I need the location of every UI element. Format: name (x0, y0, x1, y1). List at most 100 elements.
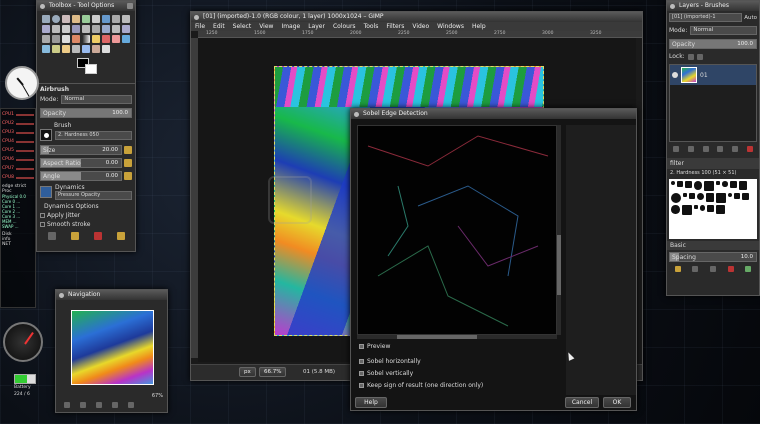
auto-button[interactable]: Auto (744, 15, 757, 21)
heal-tool-icon[interactable] (62, 45, 70, 53)
airbrush-tool-icon[interactable] (122, 35, 130, 43)
sobel-option-row[interactable]: Sobel horizontally (359, 355, 483, 367)
menu-item-colours[interactable]: Colours (333, 22, 356, 31)
dynamics-preview[interactable] (40, 186, 52, 198)
restore-options-icon[interactable] (70, 232, 79, 240)
zoom-fit-icon[interactable] (96, 402, 102, 408)
menu-item-view[interactable]: View (259, 22, 273, 31)
refresh-brushes-icon[interactable] (745, 266, 752, 272)
menu-item-filters[interactable]: Filters (386, 22, 404, 31)
eye-icon[interactable] (672, 72, 678, 78)
new-layer-icon[interactable] (673, 146, 680, 152)
color-picker-tool-icon[interactable] (122, 15, 130, 23)
brush-swatch[interactable] (671, 181, 675, 185)
brush-swatch[interactable] (677, 181, 683, 187)
align-tool-icon[interactable] (72, 25, 80, 33)
flip-tool-icon[interactable] (42, 35, 50, 43)
opacity-slider[interactable]: Opacity 100.0 (40, 108, 132, 118)
menu-item-image[interactable]: Image (281, 22, 300, 31)
navigation-titlebar[interactable]: Navigation (56, 290, 167, 300)
sobel-option-row[interactable]: Keep sign of result (one direction only) (359, 379, 483, 391)
brush-name[interactable]: 2. Hardness 050 (55, 130, 132, 140)
brush-swatch[interactable] (705, 193, 714, 202)
menu-item-file[interactable]: File (195, 22, 205, 31)
lower-layer-icon[interactable] (702, 146, 709, 152)
brush-swatch[interactable] (722, 181, 728, 187)
reset-options-icon[interactable] (116, 232, 125, 240)
option-checkbox[interactable] (359, 358, 364, 364)
raise-layer-icon[interactable] (687, 146, 694, 152)
ellipse-select-tool-icon[interactable] (52, 15, 60, 23)
preview-vscrollbar[interactable] (557, 125, 561, 335)
window-menu-icon[interactable] (670, 4, 675, 9)
brush-swatch[interactable] (734, 193, 740, 199)
new-brush-icon[interactable] (692, 266, 699, 272)
lock-pixels-icon[interactable] (687, 53, 694, 60)
reset-icon[interactable] (124, 146, 132, 154)
layer-row[interactable]: 01 (670, 65, 756, 85)
zoom-out-icon[interactable] (64, 402, 70, 408)
brush-swatch[interactable] (716, 193, 726, 203)
menu-item-edit[interactable]: Edit (213, 22, 225, 31)
zoom-select[interactable]: 66.7% (259, 367, 287, 377)
brush-grid[interactable] (669, 179, 757, 239)
brush-swatch[interactable] (693, 181, 702, 190)
gradient-tool-icon[interactable] (82, 35, 90, 43)
toolbox-titlebar[interactable]: Toolbox - Tool Options (37, 1, 135, 11)
apply-jitter-checkbox[interactable] (40, 213, 45, 218)
free-select-tool-icon[interactable] (62, 15, 70, 23)
layer-name[interactable]: 01 (700, 72, 708, 79)
paintbrush-tool-icon[interactable] (102, 35, 110, 43)
scale-tool-icon[interactable] (102, 25, 110, 33)
brush-swatch[interactable] (683, 193, 687, 197)
image-titlebar[interactable]: [01] (imported)-1.0 (RGB colour, 1 layer… (191, 12, 642, 22)
dynamics-options-expander[interactable]: Dynamics Options (40, 203, 132, 210)
delete-options-icon[interactable] (93, 232, 102, 240)
ok-button[interactable]: OK (603, 397, 631, 408)
navigation-viewport-frame[interactable] (71, 310, 154, 385)
lock-alpha-icon[interactable] (696, 53, 703, 60)
zoom-100-icon[interactable] (112, 402, 118, 408)
brush-swatch[interactable] (693, 205, 698, 209)
window-menu-icon[interactable] (59, 293, 64, 298)
layer-opacity-slider[interactable]: Opacity 100.0 (669, 39, 757, 49)
dodge-burn-tool-icon[interactable] (102, 45, 110, 53)
window-menu-icon[interactable] (40, 4, 45, 9)
image-select[interactable]: [01] (imported)-1 (669, 13, 743, 22)
preview-hscrollbar[interactable] (357, 335, 557, 339)
scissors-tool-icon[interactable] (92, 15, 100, 23)
perspective-clone-tool-icon[interactable] (72, 45, 80, 53)
rotate-tool-icon[interactable] (92, 25, 100, 33)
brush-swatch[interactable] (671, 205, 680, 214)
ink-tool-icon[interactable] (42, 45, 50, 53)
unit-select[interactable]: px (239, 367, 256, 377)
menu-item-layer[interactable]: Layer (308, 22, 325, 31)
brush-swatch[interactable] (671, 193, 681, 203)
spacing-slider[interactable]: Spacing 10.0 (669, 252, 757, 262)
zoom-tool-icon[interactable] (42, 25, 50, 33)
brush-swatch[interactable] (728, 193, 732, 197)
menu-item-help[interactable]: Help (472, 22, 486, 31)
brush-swatch[interactable] (741, 193, 749, 200)
move-tool-icon[interactable] (62, 25, 70, 33)
brush-swatch[interactable] (704, 181, 714, 191)
aspect-ratio-slider[interactable]: Aspect Ratio 0.00 (40, 158, 122, 168)
sobel-option-row[interactable]: Sobel vertically (359, 367, 483, 379)
option-checkbox[interactable] (359, 382, 364, 388)
anchor-layer-icon[interactable] (731, 146, 738, 152)
dynamics-select[interactable]: Pressure Opacity (55, 191, 132, 200)
sobel-titlebar[interactable]: Sobel Edge Detection (351, 109, 636, 119)
reset-icon[interactable] (124, 172, 132, 180)
brush-swatch[interactable] (681, 205, 692, 215)
brush-swatch[interactable] (716, 205, 725, 214)
cage-tool-icon[interactable] (52, 35, 60, 43)
smudge-tool-icon[interactable] (92, 45, 100, 53)
edit-brush-icon[interactable] (674, 266, 681, 272)
duplicate-brush-icon[interactable] (709, 266, 716, 272)
save-options-icon[interactable] (47, 232, 56, 240)
size-slider[interactable]: Size 20.00 (40, 145, 122, 155)
mode-select[interactable]: Normal (61, 95, 132, 104)
clone-tool-icon[interactable] (52, 45, 60, 53)
rect-select-tool-icon[interactable] (42, 15, 50, 23)
brush-swatch[interactable] (684, 181, 692, 188)
